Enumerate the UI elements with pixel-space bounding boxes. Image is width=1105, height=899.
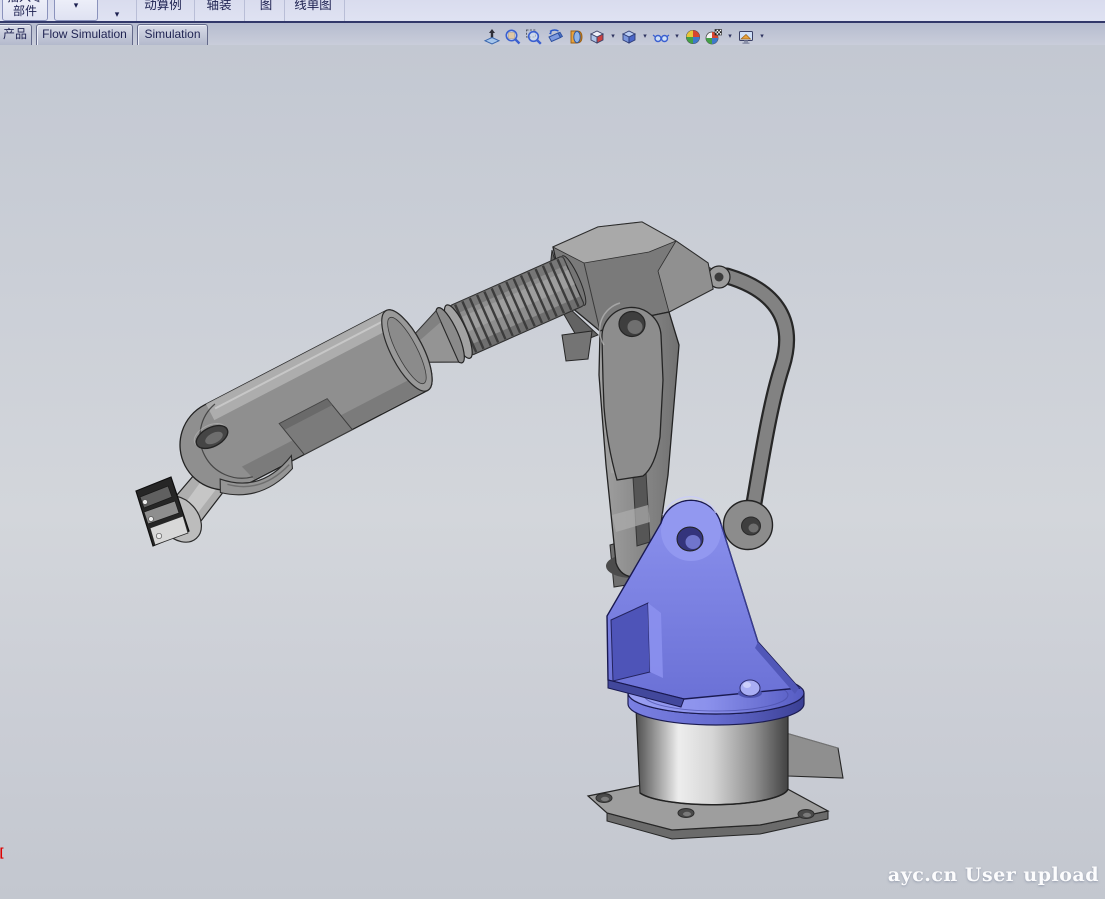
toolbar-separator <box>244 0 245 21</box>
solidworks-window: 插入零 部件 ▾ ▾ 动算例 轴装 图 线单图 产品 Flow Simulati… <box>0 0 1105 899</box>
view-orientation-dropdown[interactable]: ▾ <box>609 28 617 46</box>
toolbar-separator <box>344 0 345 21</box>
apply-scene-dropdown[interactable]: ▾ <box>726 28 734 46</box>
explode-line-sketch-label: 线单图 <box>286 0 340 12</box>
hide-show-items-dropdown[interactable]: ▾ <box>673 28 681 46</box>
zoom-to-fit-icon[interactable] <box>504 28 522 46</box>
view-orientation-icon[interactable] <box>588 28 606 46</box>
display-style-icon[interactable] <box>620 28 638 46</box>
exploded-view-label: 图 <box>246 0 286 12</box>
support-fin[interactable] <box>786 733 843 778</box>
gripper[interactable] <box>136 477 189 546</box>
tab-simulation[interactable]: Simulation <box>137 24 208 45</box>
motion-study-label: 动算例 <box>138 0 188 12</box>
tab-products[interactable]: 产品 <box>0 24 32 45</box>
toolbar-separator <box>136 0 137 21</box>
toolbar-separator <box>284 0 285 21</box>
chevron-down-icon: ▾ <box>115 9 120 19</box>
motion-study-button[interactable]: 动算例 <box>138 0 188 21</box>
previous-view-icon[interactable] <box>546 28 564 46</box>
red-edge-artifact: [ <box>0 846 5 860</box>
robot-arm-model[interactable] <box>0 45 1105 899</box>
normal-to-icon[interactable] <box>483 28 501 46</box>
display-style-dropdown[interactable]: ▾ <box>641 28 649 46</box>
edit-appearance-icon[interactable] <box>684 28 702 46</box>
watermark-text: ayc.cn User upload <box>888 864 1099 886</box>
toolbar-separator <box>194 0 195 21</box>
insert-component-button[interactable]: 插入零 部件 <box>2 0 48 21</box>
toolbar-button-2[interactable]: 轴装 <box>196 0 242 21</box>
view-settings-dropdown[interactable]: ▾ <box>758 28 766 46</box>
forearm[interactable] <box>164 303 447 517</box>
toolbar-button-2-label: 轴装 <box>196 0 242 12</box>
command-toolbar: 插入零 部件 ▾ ▾ 动算例 轴装 图 线单图 <box>0 0 1105 21</box>
graphics-viewport[interactable]: ayc.cn User upload [ <box>0 45 1105 899</box>
apply-scene-icon[interactable] <box>705 28 723 46</box>
exploded-view-button[interactable]: 图 <box>246 0 286 21</box>
toolbar-dropdown-button-2[interactable]: ▾ <box>103 0 131 21</box>
hide-show-items-icon[interactable] <box>652 28 670 46</box>
view-settings-icon[interactable] <box>737 28 755 46</box>
zoom-to-area-icon[interactable] <box>525 28 543 46</box>
housing-flange-plate[interactable] <box>562 331 592 361</box>
heads-up-view-toolbar: ▾ ▾ ▾ <box>483 27 766 47</box>
explode-line-sketch-button[interactable]: 线单图 <box>286 0 340 21</box>
insert-component-label-bottom: 部件 <box>3 4 47 18</box>
section-view-icon[interactable] <box>567 28 585 46</box>
chevron-down-icon: ▾ <box>74 0 79 10</box>
toolbar-dropdown-button-1[interactable]: ▾ <box>54 0 98 21</box>
tab-flow-simulation[interactable]: Flow Simulation <box>36 24 133 45</box>
